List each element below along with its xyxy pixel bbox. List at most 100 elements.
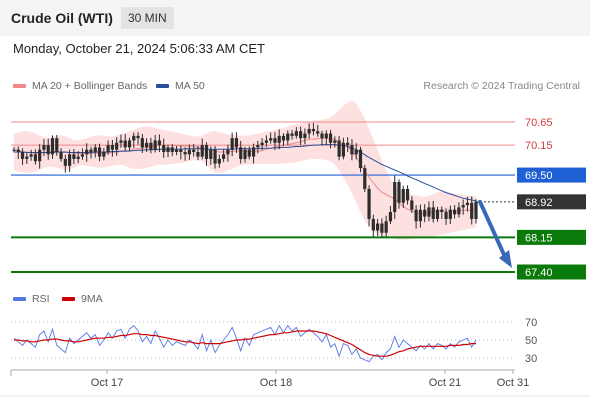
candle-body — [174, 149, 179, 152]
candle-body — [80, 154, 85, 157]
candle-body — [63, 158, 67, 166]
candle-body — [256, 145, 260, 148]
candle-body — [376, 223, 380, 231]
candle-body — [363, 168, 367, 189]
candle-body — [307, 128, 311, 134]
candle-body — [337, 140, 341, 157]
level-label-resistance: 70.15 — [525, 140, 553, 152]
candle-body — [470, 202, 474, 219]
candle-body — [166, 147, 170, 152]
candle-body — [388, 212, 393, 222]
candle-body — [380, 223, 384, 233]
level-label-support: 68.15 — [525, 232, 553, 244]
candle-body — [170, 147, 174, 152]
candle-body — [299, 131, 303, 139]
candle-body — [453, 209, 457, 215]
candle-body — [286, 133, 290, 141]
level-label-support: 67.40 — [525, 267, 553, 279]
candle-body — [371, 218, 375, 231]
candle-body — [115, 142, 119, 150]
price-chart[interactable]: 70.65 70.15 69.50 68.92 68.15 67.40 70 50 30 Oct … — [0, 0, 590, 400]
candle-body — [127, 140, 132, 148]
level-label-last: 68.92 — [525, 197, 553, 209]
candle-body — [277, 135, 281, 143]
level-label-resistance: 70.65 — [525, 117, 553, 129]
candle-body — [33, 154, 37, 162]
candle-body — [46, 145, 50, 155]
candle-body — [213, 149, 217, 164]
candle-body — [106, 145, 110, 152]
candle-body — [200, 145, 204, 157]
candle-body — [209, 149, 213, 159]
candle-body — [59, 152, 63, 159]
candle-body — [358, 149, 363, 169]
candle-body — [145, 142, 149, 148]
projection-arrow — [478, 199, 508, 261]
candle-body — [50, 138, 55, 155]
candle-body — [367, 188, 371, 219]
candle-body — [183, 152, 187, 155]
candle-body — [29, 154, 33, 157]
candle-body — [162, 145, 166, 152]
candle-body — [239, 147, 243, 159]
candle-body — [320, 133, 324, 139]
candle-body — [16, 149, 20, 152]
candle-body — [414, 209, 418, 222]
bollinger-band — [14, 100, 476, 240]
candle-body — [93, 147, 97, 152]
candle-body — [444, 212, 448, 219]
candle-body — [136, 135, 140, 139]
candle-body — [281, 135, 286, 141]
candle-body — [440, 209, 444, 212]
candle-body — [405, 188, 410, 201]
candle-body — [474, 201, 478, 219]
candle-body — [140, 138, 144, 148]
candle-body — [222, 154, 226, 159]
candle-body — [192, 149, 196, 152]
candle-body — [423, 209, 427, 217]
candle-body — [328, 133, 333, 143]
candle-body — [234, 138, 239, 148]
candle-body — [68, 154, 72, 166]
candle-body — [333, 140, 337, 143]
candle-body — [290, 133, 294, 136]
candle-body — [85, 149, 89, 155]
rsi-9ma-line — [14, 330, 476, 357]
candle-body — [217, 158, 221, 164]
candle-body — [157, 140, 162, 146]
candle-body — [247, 149, 251, 157]
candle-body — [341, 142, 345, 157]
candle-body — [435, 209, 440, 219]
candle-body — [72, 154, 76, 159]
candle-body — [42, 145, 46, 150]
candle-body — [97, 147, 102, 157]
candle-body — [55, 138, 59, 152]
candle-body — [384, 221, 388, 233]
candle-body — [264, 140, 268, 143]
candle-body — [273, 138, 277, 143]
x-axis-label: Oct 17 — [91, 377, 123, 389]
candle-body — [324, 133, 328, 139]
candle-body — [110, 145, 114, 150]
rsi-tick-label: 30 — [525, 353, 537, 365]
candle-body — [243, 149, 247, 159]
rsi-tick-label: 70 — [525, 317, 537, 329]
candle-body — [457, 207, 461, 215]
candle-body — [431, 207, 435, 219]
candle-body — [12, 149, 16, 151]
level-label-pivot: 69.50 — [525, 170, 553, 182]
candle-body — [311, 128, 316, 132]
candle-body — [427, 207, 431, 217]
candle-body — [153, 140, 157, 150]
candle-body — [346, 142, 350, 146]
candle-body — [410, 200, 414, 210]
candle-body — [303, 133, 307, 139]
candle-body — [20, 152, 25, 159]
candle-body — [25, 156, 29, 159]
candle-body — [418, 209, 422, 222]
x-axis-label: Oct 31 — [497, 377, 529, 389]
candle-body — [465, 202, 470, 206]
rsi-line — [13, 324, 477, 363]
candle-body — [179, 149, 183, 152]
candle-body — [294, 131, 298, 136]
